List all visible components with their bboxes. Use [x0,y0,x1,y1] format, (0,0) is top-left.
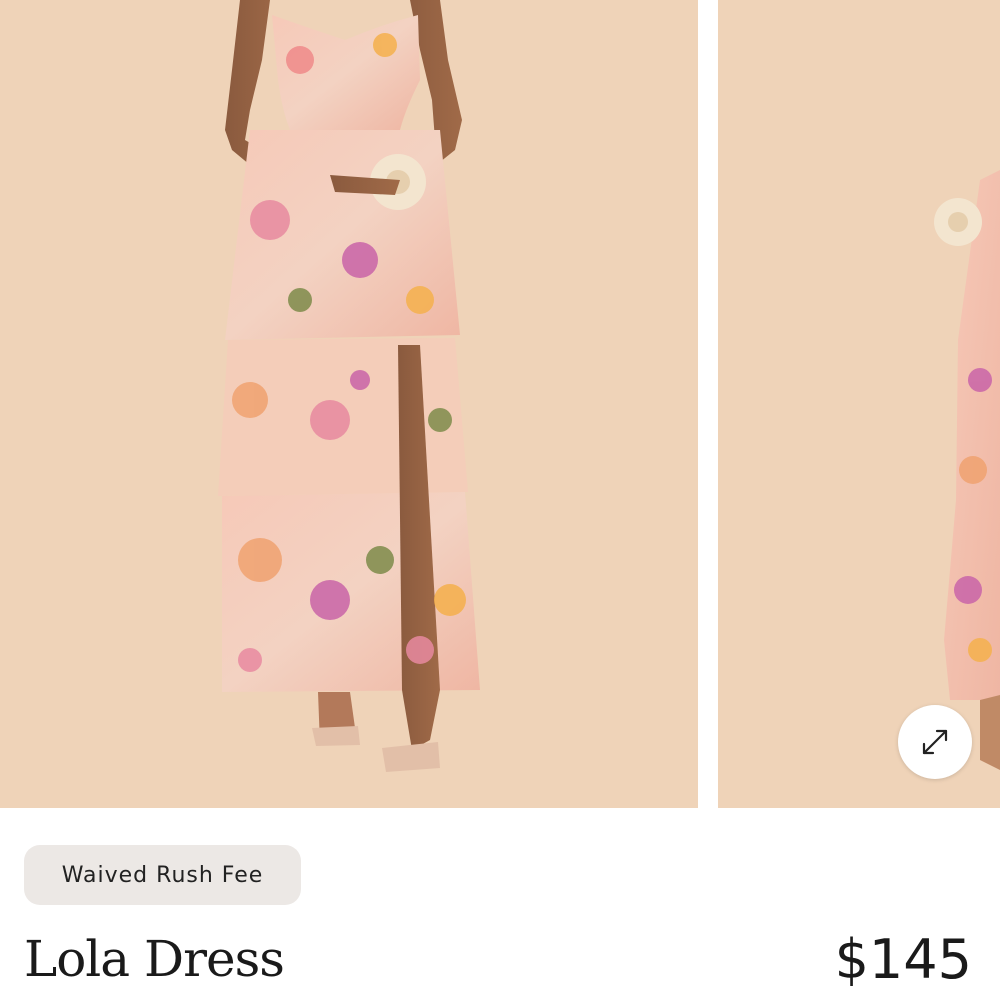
expand-arrows-icon [922,729,948,755]
rush-fee-badge: Waived Rush Fee [24,845,301,905]
product-image-1[interactable] [0,0,698,808]
expand-image-button[interactable] [898,705,972,779]
product-image-carousel[interactable] [0,0,1000,808]
dress-photo-front [0,0,698,808]
product-image-2[interactable] [718,0,1000,808]
dress-photo-side [718,0,1000,808]
product-price: $145 [834,928,972,991]
product-title: Lola Dress [24,930,285,988]
